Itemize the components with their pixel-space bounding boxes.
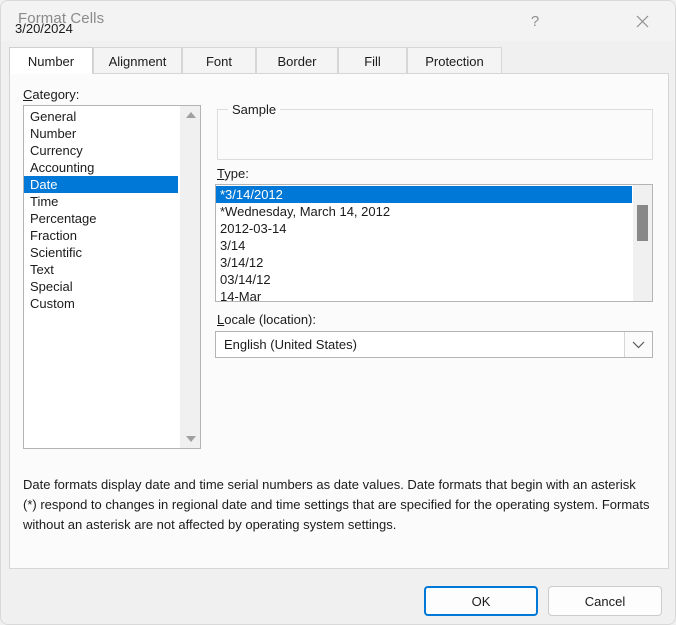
category-list-items: General Number Currency Accounting Date …: [24, 108, 178, 312]
category-scrollbar[interactable]: [179, 106, 200, 448]
list-item-selected[interactable]: Date: [24, 176, 178, 193]
list-item[interactable]: Text: [24, 261, 178, 278]
list-item[interactable]: 3/14: [216, 237, 632, 254]
list-item[interactable]: Accounting: [24, 159, 178, 176]
type-list-items: *3/14/2012 *Wednesday, March 14, 2012 20…: [216, 186, 632, 301]
list-item[interactable]: Special: [24, 278, 178, 295]
description-text: Date formats display date and time seria…: [23, 477, 650, 532]
sample-legend: Sample: [228, 102, 281, 117]
cancel-button[interactable]: Cancel: [548, 586, 662, 616]
triangle-down-icon: [185, 436, 196, 442]
type-label: Type:: [217, 166, 249, 181]
tab-strip: Number Alignment Font Border Fill Protec…: [9, 47, 669, 74]
locale-combobox[interactable]: English (United States): [215, 331, 653, 358]
list-item[interactable]: 2012-03-14: [216, 220, 632, 237]
locale-value: English (United States): [224, 337, 357, 352]
list-item[interactable]: *Wednesday, March 14, 2012: [216, 203, 632, 220]
question-mark-icon: ?: [530, 12, 540, 30]
triangle-up-icon: [185, 112, 196, 118]
scroll-up-button[interactable]: [180, 106, 200, 124]
tab-alignment[interactable]: Alignment: [93, 47, 182, 74]
list-item[interactable]: Currency: [24, 142, 178, 159]
list-item[interactable]: Percentage: [24, 210, 178, 227]
category-label-rest: ategory:: [32, 87, 80, 102]
scroll-down-button[interactable]: [180, 430, 200, 448]
close-button[interactable]: [619, 1, 665, 41]
title-bar: Format Cells ?: [1, 1, 675, 41]
locale-label-rest: ocale (location):: [224, 312, 317, 327]
locale-dropdown-button[interactable]: [624, 332, 652, 357]
type-scrollbar[interactable]: [633, 185, 652, 301]
list-item-selected[interactable]: *3/14/2012: [216, 186, 632, 203]
list-item[interactable]: 14-Mar: [216, 288, 632, 301]
list-item[interactable]: Scientific: [24, 244, 178, 261]
tab-protection[interactable]: Protection: [407, 47, 502, 74]
tab-border[interactable]: Border: [256, 47, 338, 74]
category-listbox[interactable]: General Number Currency Accounting Date …: [23, 105, 201, 449]
list-item[interactable]: Custom: [24, 295, 178, 312]
locale-label: Locale (location):: [217, 312, 316, 327]
format-cells-dialog: Format Cells ? Number Alignment Font Bor…: [0, 0, 676, 625]
list-item[interactable]: Fraction: [24, 227, 178, 244]
sample-groupbox: Sample: [217, 102, 653, 160]
chevron-down-icon: [632, 341, 645, 348]
sample-value: 3/20/2024: [15, 21, 73, 36]
list-item[interactable]: 03/14/12: [216, 271, 632, 288]
list-item[interactable]: Number: [24, 125, 178, 142]
category-label: Category:: [23, 87, 79, 102]
tab-fill[interactable]: Fill: [338, 47, 407, 74]
tab-font[interactable]: Font: [182, 47, 256, 74]
list-item[interactable]: 3/14/12: [216, 254, 632, 271]
list-item[interactable]: General: [24, 108, 178, 125]
category-accesskey: C: [23, 87, 33, 102]
type-label-rest: ype:: [224, 166, 249, 181]
ok-button[interactable]: OK: [424, 586, 538, 616]
tab-number[interactable]: Number: [9, 47, 93, 74]
help-button[interactable]: ?: [512, 1, 558, 41]
list-item[interactable]: Time: [24, 193, 178, 210]
type-listbox[interactable]: *3/14/2012 *Wednesday, March 14, 2012 20…: [215, 184, 653, 302]
scrollbar-thumb[interactable]: [637, 205, 648, 241]
close-icon: [636, 15, 648, 27]
